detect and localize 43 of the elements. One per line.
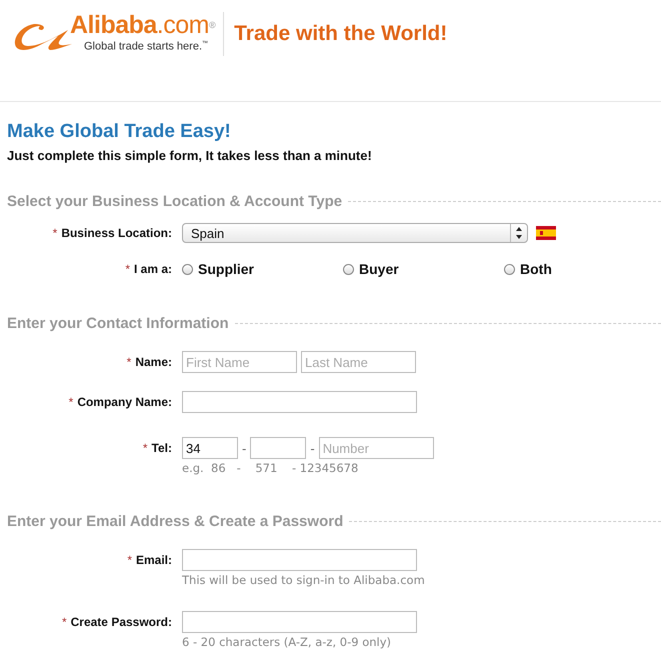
field-hint: This will be used to sign-in to Alibaba.com [182, 573, 425, 587]
input-field[interactable]: Number [318, 437, 434, 459]
field-label: Name: [135, 355, 172, 369]
slogan: Trade with the World! [234, 22, 448, 46]
field-hint: e.g. 86 - 571 - 12345678 [182, 461, 358, 475]
tagline: Global trade starts here.$^{™}$ [84, 40, 210, 53]
input-field[interactable]: First Name [182, 351, 297, 373]
field-label: Company Name: [77, 395, 172, 409]
field-label: Email: [136, 553, 172, 567]
section-heading: Select your Business Location & Account Type [7, 192, 342, 210]
required-asterisk: * [52, 226, 58, 240]
separator-dash: - [242, 440, 246, 456]
location-select[interactable]: Spain [182, 223, 528, 243]
input-field[interactable]: Last Name [301, 351, 416, 373]
input-field[interactable] [250, 437, 306, 459]
field-label: Tel: [152, 441, 172, 455]
radio-label: Buyer [359, 261, 399, 277]
input-field[interactable] [182, 549, 417, 571]
brand-name: Alibaba.com$^{®}$ [70, 12, 216, 38]
separator-dash: - [310, 440, 315, 456]
input-field[interactable] [182, 391, 417, 413]
section-heading: Enter your Email Address & Create a Password [7, 512, 344, 530]
subtitle: Just complete this simple form, It takes less than a minute! [7, 148, 372, 163]
section-heading: Enter your Contact Information [7, 314, 229, 332]
input-field[interactable] [182, 611, 417, 633]
required-asterisk: * [62, 615, 67, 629]
page-title: Make Global Trade Easy! [7, 121, 231, 142]
required-asterisk: * [125, 262, 130, 276]
field-label: I am a: [134, 262, 172, 276]
field-label: Create Password: [70, 615, 172, 629]
radio-button[interactable] [343, 264, 354, 274]
required-asterisk: * [68, 395, 74, 409]
flag-icon [536, 226, 556, 240]
radio-label: Supplier [198, 261, 254, 277]
field-hint: 6 - 20 characters (A-Z, a-z, 0-9 only) [182, 635, 392, 649]
required-asterisk: * [142, 441, 148, 455]
radio-button[interactable] [182, 264, 193, 274]
required-asterisk: * [127, 553, 132, 567]
radio-label: Both [520, 261, 552, 277]
field-label: Business Location: [61, 226, 172, 240]
required-asterisk: * [126, 355, 132, 369]
input-field[interactable]: 34 [182, 437, 238, 459]
radio-button[interactable] [504, 264, 515, 274]
